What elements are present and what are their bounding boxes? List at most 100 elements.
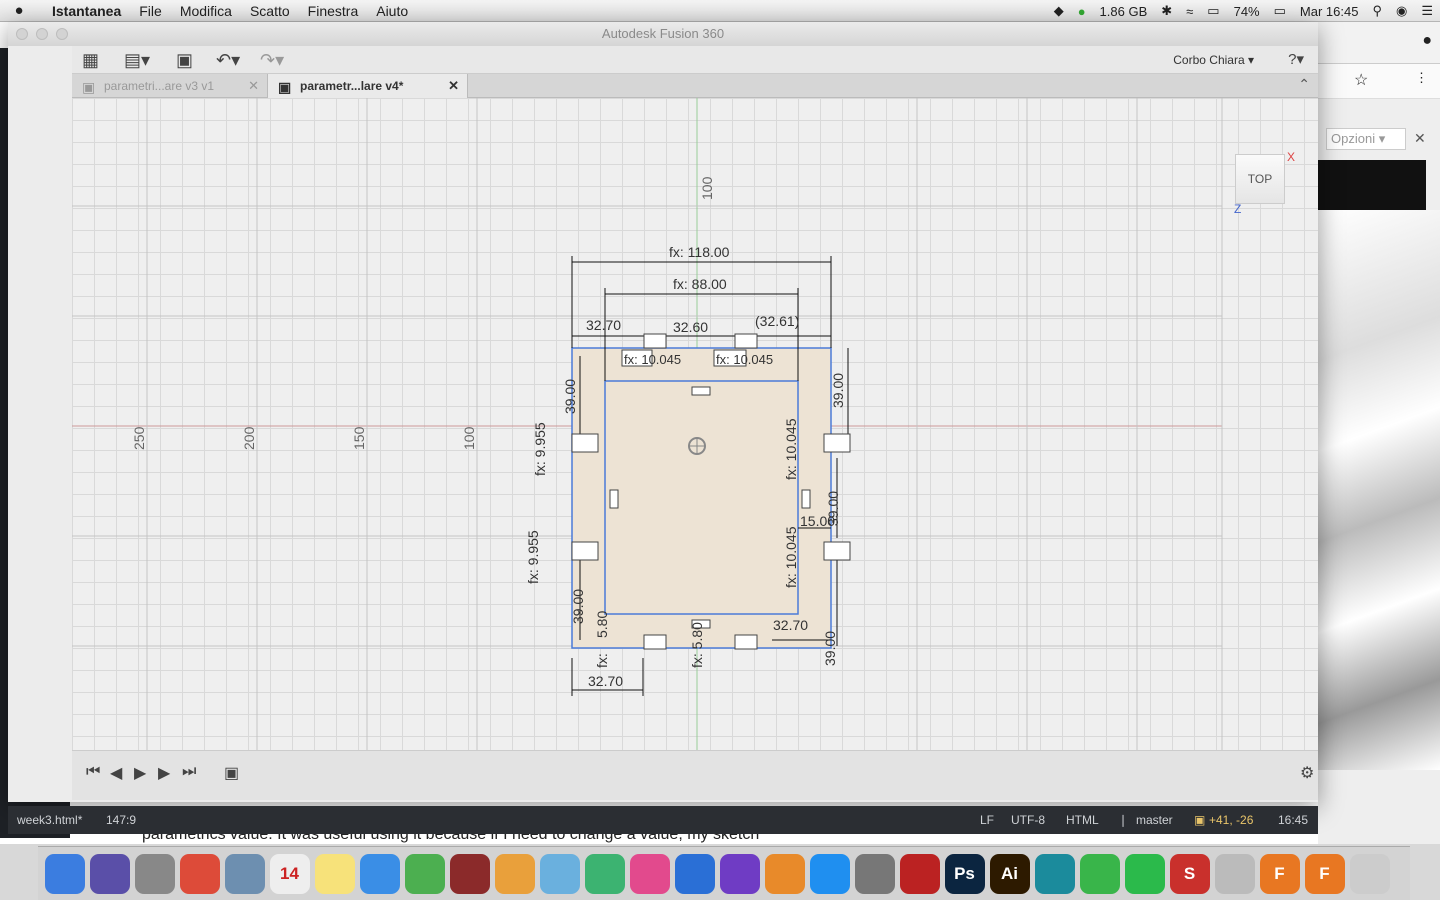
menu-finestra[interactable]: Finestra xyxy=(299,3,368,19)
dock-icon-app-store[interactable] xyxy=(809,853,850,894)
dimension-inner-width[interactable]: fx: 88.00 xyxy=(673,276,727,292)
apple-menu-icon[interactable]: ● xyxy=(0,2,38,19)
dock-icon-ai[interactable]: Ai xyxy=(989,853,1030,894)
menu-scatto[interactable]: Scatto xyxy=(241,3,299,19)
chevron-up-icon[interactable]: ⌃ xyxy=(1298,76,1310,93)
status-eol[interactable]: LF xyxy=(980,813,994,827)
close-icon[interactable]: ✕ xyxy=(448,74,459,98)
dock-icon-finder[interactable] xyxy=(44,853,85,894)
slot-constraint-icon[interactable] xyxy=(734,333,758,349)
dock-icon-filezilla[interactable] xyxy=(899,853,940,894)
slot-constraint-icon[interactable] xyxy=(571,541,599,561)
status-branch[interactable]: master xyxy=(1136,813,1173,827)
dock-icon-numbers[interactable] xyxy=(584,853,625,894)
dimension-right-fx1[interactable]: fx: 10.045 xyxy=(783,418,799,480)
bookmark-star-icon[interactable]: ☆ xyxy=(1354,70,1368,90)
undo-icon[interactable]: ↶▾ xyxy=(216,50,240,71)
dimension-right-fx2[interactable]: fx: 10.045 xyxy=(783,526,799,588)
dock-icon-launchpad[interactable] xyxy=(134,853,175,894)
dimension-bottom-5-80[interactable]: 5.80 xyxy=(594,611,610,638)
dock-icon-notes[interactable] xyxy=(314,853,355,894)
viewcube[interactable]: TOP xyxy=(1235,154,1285,204)
dimension-bottom-right[interactable]: 32.70 xyxy=(773,617,808,633)
dock-icon-wechat[interactable] xyxy=(1124,853,1165,894)
constraint-glyph[interactable] xyxy=(801,489,811,509)
dock-icon-atom[interactable] xyxy=(1079,853,1120,894)
data-panel-grid-icon[interactable]: ▦ xyxy=(82,50,99,71)
zoom-window-button[interactable] xyxy=(56,28,68,40)
slot-constraint-icon[interactable] xyxy=(571,433,599,453)
status-encoding[interactable]: UTF-8 xyxy=(1011,813,1045,827)
dock-icon-imovie[interactable] xyxy=(719,853,760,894)
dock-icon-siri[interactable] xyxy=(89,853,130,894)
dock-icon-f[interactable]: F xyxy=(1304,853,1345,894)
dock-icon-keynote[interactable] xyxy=(674,853,715,894)
dimension-left-fx1[interactable]: fx: 9.955 xyxy=(532,422,548,476)
gear-icon[interactable]: ⚙ xyxy=(1300,763,1314,783)
dimension-bottom-fx[interactable]: fx: xyxy=(594,653,610,668)
dimension-top-left[interactable]: 32.70 xyxy=(586,317,621,333)
minimize-window-button[interactable] xyxy=(36,28,48,40)
sketch-svg[interactable]: 250 200 150 100 100 fx: 118.00 fx: 88.00… xyxy=(72,98,1318,750)
dimension-top-right[interactable]: (32.61) xyxy=(755,313,799,329)
dimension-overall-width[interactable]: fx: 118.00 xyxy=(669,244,730,260)
dimension-right-small[interactable]: 15.00 xyxy=(800,513,835,529)
close-window-button[interactable] xyxy=(16,28,28,40)
spotlight-search-icon[interactable]: ⚲ xyxy=(1365,3,1389,19)
dock-icon-photo-booth[interactable] xyxy=(449,853,490,894)
dock-icon-ibooks[interactable] xyxy=(764,853,805,894)
play-icon[interactable]: ▶ xyxy=(134,763,146,783)
menu-istantanea[interactable]: Istantanea xyxy=(38,3,130,19)
dock-icon-preferences[interactable] xyxy=(854,853,895,894)
options-select[interactable]: Opzioni ▾ xyxy=(1326,128,1406,150)
dimension-left-fx2[interactable]: fx: 9.955 xyxy=(525,530,541,584)
bluetooth-icon[interactable]: ✱ xyxy=(1154,3,1179,19)
help-menu[interactable]: ?▾ xyxy=(1288,50,1304,68)
dock-icon-scissors[interactable] xyxy=(1214,853,1255,894)
battery-percent[interactable]: 74% xyxy=(1227,4,1267,19)
notification-center-icon[interactable]: ☰ xyxy=(1414,3,1440,19)
battery-icon[interactable]: ▭ xyxy=(1267,3,1293,19)
wifi-icon[interactable]: ≈ xyxy=(1179,4,1200,19)
dropbox-icon[interactable]: ◆ xyxy=(1047,3,1071,19)
options-close-icon[interactable]: ✕ xyxy=(1414,130,1426,147)
sketch-feature-icon[interactable]: ▣ xyxy=(224,763,239,783)
clock[interactable]: Mar 16:45 xyxy=(1293,4,1366,19)
dimension-slot-left[interactable]: fx: 10.045 xyxy=(624,352,681,367)
slot-constraint-icon[interactable] xyxy=(823,541,851,561)
dock-icon-14[interactable]: 14 xyxy=(269,853,310,894)
menu-modifica[interactable]: Modifica xyxy=(171,3,241,19)
memory-icon[interactable]: ● xyxy=(1071,4,1093,19)
dock-icon-preview[interactable] xyxy=(539,853,580,894)
close-icon[interactable]: ✕ xyxy=(248,74,259,98)
file-menu-icon[interactable]: ▤▾ xyxy=(124,50,150,71)
constraint-glyph[interactable] xyxy=(691,386,711,396)
dimension-left-top[interactable]: 39.00 xyxy=(562,379,578,414)
step-forward-icon[interactable]: ▶ xyxy=(158,763,170,783)
dimension-right-bottom[interactable]: 39.00 xyxy=(822,631,838,666)
memory-value[interactable]: 1.86 GB xyxy=(1093,4,1155,19)
go-to-end-icon[interactable]: ⏭ xyxy=(182,763,196,781)
slot-constraint-icon[interactable] xyxy=(823,433,851,453)
dock-icon-chrome[interactable] xyxy=(179,853,220,894)
dock-icon-arduino[interactable] xyxy=(1034,853,1075,894)
status-diff[interactable]: +41, -26 xyxy=(1209,813,1253,827)
dock-icon-facetime[interactable] xyxy=(404,853,445,894)
status-cursor[interactable]: 147:9 xyxy=(106,813,136,827)
dock-icon-trash[interactable] xyxy=(1349,853,1390,894)
slot-constraint-icon[interactable] xyxy=(643,333,667,349)
dimension-right-top[interactable]: 39.00 xyxy=(830,373,846,408)
chrome-profile-icon[interactable]: ● xyxy=(1422,32,1432,50)
menu-aiuto[interactable]: Aiuto xyxy=(367,3,417,19)
siri-icon[interactable]: ◉ xyxy=(1389,3,1414,19)
step-back-icon[interactable]: ◀ xyxy=(110,763,122,783)
dimension-top-mid[interactable]: 32.60 xyxy=(673,319,708,335)
dimension-bottom-mid[interactable]: fx: 5.80 xyxy=(689,622,705,668)
dimension-left-bottom[interactable]: 39.00 xyxy=(570,589,586,624)
status-file[interactable]: week3.html* xyxy=(17,813,82,827)
status-grammar[interactable]: HTML xyxy=(1066,813,1099,827)
menu-file[interactable]: File xyxy=(130,3,171,19)
dimension-slot-right[interactable]: fx: 10.045 xyxy=(716,352,773,367)
chrome-address-bar[interactable]: ☆ ⋮ xyxy=(1318,64,1440,99)
dock-icon-s[interactable]: S xyxy=(1169,853,1210,894)
